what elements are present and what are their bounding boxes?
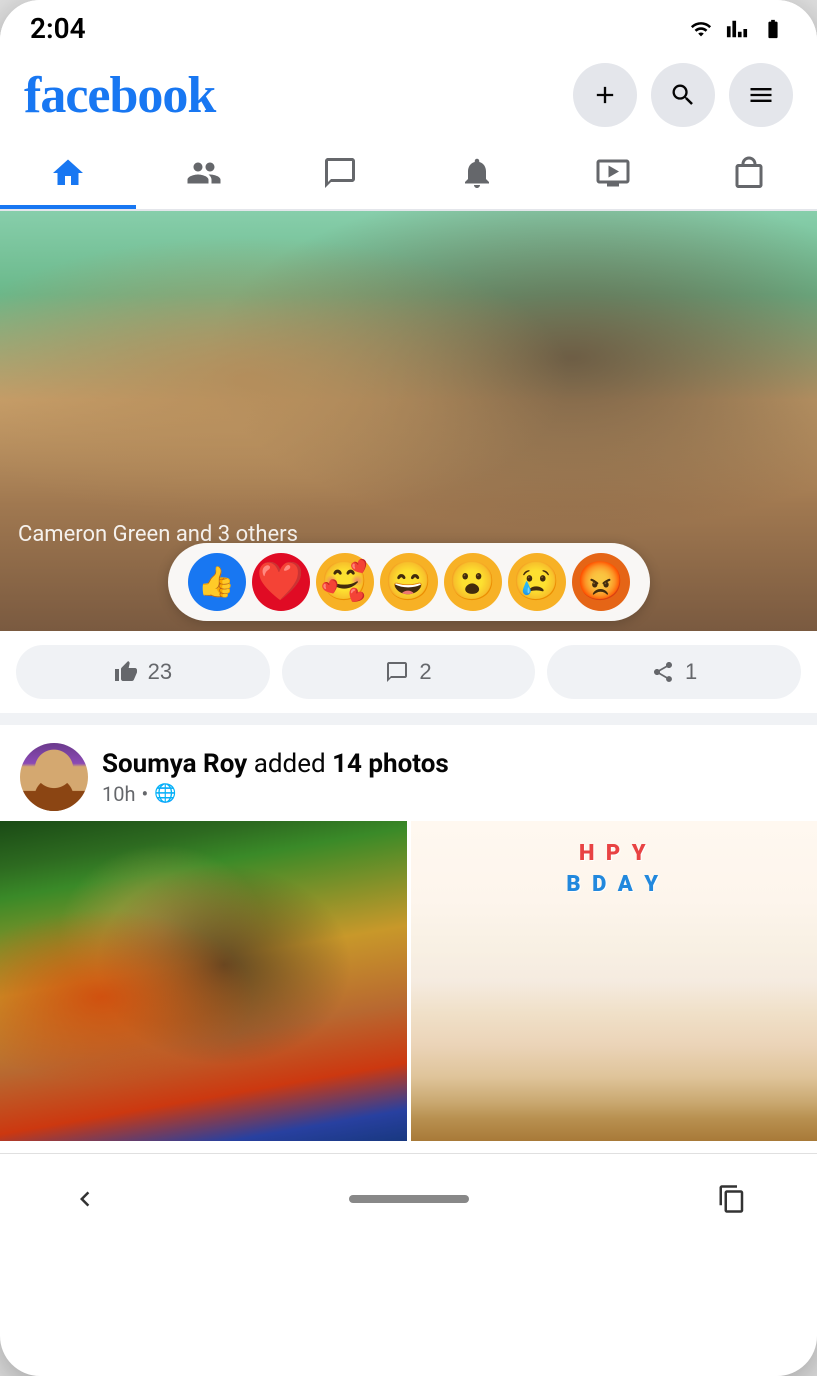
battery-icon bbox=[759, 18, 787, 40]
video-icon bbox=[595, 155, 631, 191]
phone-frame: 2:04 facebook bbox=[0, 0, 817, 1376]
reaction-care[interactable]: 🥰 bbox=[316, 553, 374, 611]
home-indicator[interactable] bbox=[349, 1195, 469, 1203]
birthday-text-2: B D A Y bbox=[566, 872, 661, 897]
status-icons bbox=[687, 18, 787, 40]
reactions-bar: 👍 ❤️ 🥰 😄 😮 😢 😡 bbox=[168, 543, 650, 621]
marketplace-icon bbox=[731, 155, 767, 191]
post-time: 10h • 🌐 bbox=[102, 782, 797, 806]
back-icon bbox=[70, 1184, 100, 1214]
signal-icon bbox=[723, 18, 751, 40]
avatar-image bbox=[20, 743, 88, 811]
search-icon bbox=[669, 81, 697, 109]
search-button[interactable] bbox=[651, 63, 715, 127]
photo-count: 14 photos bbox=[332, 749, 449, 779]
menu-button[interactable] bbox=[729, 63, 793, 127]
hamburger-icon bbox=[747, 81, 775, 109]
notifications-icon bbox=[459, 155, 495, 191]
reaction-angry[interactable]: 😡 bbox=[572, 553, 630, 611]
photo-cell-left[interactable] bbox=[0, 821, 407, 1141]
add-button[interactable] bbox=[573, 63, 637, 127]
plus-icon bbox=[591, 81, 619, 109]
header-actions bbox=[573, 63, 793, 127]
comment-count: 2 bbox=[419, 659, 431, 685]
status-bar: 2:04 bbox=[0, 0, 817, 53]
time-label: 10h bbox=[102, 782, 136, 806]
reaction-sad[interactable]: 😢 bbox=[508, 553, 566, 611]
nav-item-friends[interactable] bbox=[136, 141, 272, 209]
share-button[interactable]: 1 bbox=[547, 645, 801, 699]
home-icon bbox=[50, 155, 86, 191]
feed: Cameron Green and 3 others 👍 ❤️ 🥰 😄 😮 😢 … bbox=[0, 211, 817, 1141]
photo-grid: H P Y B D A Y bbox=[0, 821, 817, 1141]
post-actions-1: 23 2 1 bbox=[0, 631, 817, 713]
photo-cell-right[interactable]: H P Y B D A Y bbox=[411, 821, 817, 1141]
post-card-1: Cameron Green and 3 others 👍 ❤️ 🥰 😄 😮 😢 … bbox=[0, 211, 817, 713]
post-author: Soumya Roy added 14 photos bbox=[102, 749, 797, 779]
post-meta: Soumya Roy added 14 photos 10h • 🌐 bbox=[102, 749, 797, 806]
cake-image: H P Y B D A Y bbox=[411, 821, 817, 1141]
nav-bar bbox=[0, 141, 817, 211]
reaction-like[interactable]: 👍 bbox=[188, 553, 246, 611]
birthday-text: H P Y bbox=[579, 841, 649, 866]
nav-item-marketplace[interactable] bbox=[681, 141, 817, 209]
reaction-love[interactable]: ❤️ bbox=[252, 553, 310, 611]
like-icon bbox=[114, 660, 138, 684]
wifi-icon bbox=[687, 18, 715, 40]
author-name: Soumya Roy bbox=[102, 749, 247, 779]
rotate-icon bbox=[717, 1184, 747, 1214]
rotate-button[interactable] bbox=[707, 1174, 757, 1224]
status-time: 2:04 bbox=[30, 12, 86, 45]
comment-icon bbox=[385, 660, 409, 684]
bottom-bar bbox=[0, 1153, 817, 1244]
like-count: 23 bbox=[148, 659, 172, 685]
messenger-icon bbox=[322, 155, 358, 191]
avatar-soumya[interactable] bbox=[20, 743, 88, 811]
post-image-1: Cameron Green and 3 others 👍 ❤️ 🥰 😄 😮 😢 … bbox=[0, 211, 817, 631]
action-text: added bbox=[254, 749, 332, 779]
nav-item-video[interactable] bbox=[545, 141, 681, 209]
facebook-logo: facebook bbox=[24, 66, 215, 125]
globe-icon: 🌐 bbox=[154, 783, 176, 804]
like-button[interactable]: 23 bbox=[16, 645, 270, 699]
reaction-haha[interactable]: 😄 bbox=[380, 553, 438, 611]
friends-icon bbox=[186, 155, 222, 191]
post-header-2: Soumya Roy added 14 photos 10h • 🌐 bbox=[0, 725, 817, 821]
share-count: 1 bbox=[685, 659, 697, 685]
share-icon bbox=[651, 660, 675, 684]
separator: • bbox=[142, 782, 149, 806]
comment-button[interactable]: 2 bbox=[282, 645, 536, 699]
post-card-2: Soumya Roy added 14 photos 10h • 🌐 bbox=[0, 725, 817, 1141]
nav-item-notifications[interactable] bbox=[409, 141, 545, 209]
reaction-wow[interactable]: 😮 bbox=[444, 553, 502, 611]
nav-item-home[interactable] bbox=[0, 141, 136, 209]
header: facebook bbox=[0, 53, 817, 141]
nav-item-messenger[interactable] bbox=[272, 141, 408, 209]
back-button[interactable] bbox=[60, 1174, 110, 1224]
